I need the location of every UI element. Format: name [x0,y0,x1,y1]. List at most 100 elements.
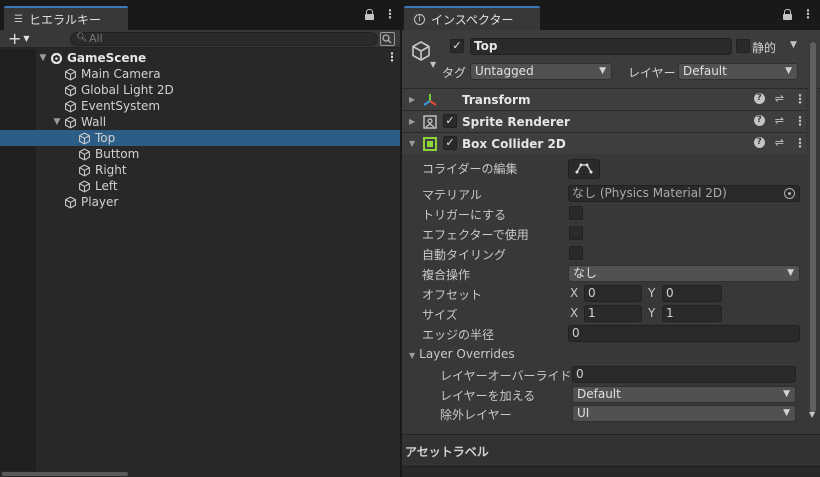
include-layers-dropdown[interactable]: Default ▼ [572,386,796,403]
size-y-field[interactable]: 1 [662,305,722,322]
hierarchy-item[interactable]: Left [0,178,400,194]
transform-component-header[interactable]: ▶ Transform ? ⇌ ⋮ [402,88,806,110]
material-value: なし (Physics Material 2D) [572,186,727,200]
icon-dropdown-arrow[interactable]: ▼ [430,60,436,69]
more-options-icon[interactable]: ⋮ [794,115,806,127]
static-dropdown-arrow[interactable]: ▼ [790,40,797,50]
size-row: サイズ X 1 Y 1 [402,303,806,323]
active-checkbox[interactable]: ✓ [450,39,464,53]
fold-arrow-open-icon[interactable]: ▼ [52,117,62,127]
offset-y-field[interactable]: 0 [662,285,722,302]
fold-arrow-open-icon[interactable]: ▼ [38,53,48,63]
search-filter-icon [382,34,392,44]
chevron-down-icon: ▼ [599,66,606,76]
offset-label: オフセット [422,288,483,302]
presets-icon[interactable]: ⇌ [775,93,784,104]
autotiling-label: 自動タイリング [422,248,507,262]
hierarchy-item-label: Buttom [95,147,140,161]
sprite-renderer-component-header[interactable]: ▶ ✓ Sprite Renderer ? ⇌ ⋮ [402,110,806,132]
size-label: サイズ [422,308,458,322]
layer-overrides-row[interactable]: ▼ Layer Overrides [402,344,806,364]
hierarchy-item-label: Global Light 2D [81,83,174,97]
hierarchy-tabbar: ☰ ヒエラルキー ⋮ [0,0,400,30]
scroll-down-arrow-icon[interactable]: ▼ [809,410,815,419]
scrollbar-thumb[interactable] [2,472,128,476]
search-by-type-button[interactable] [380,32,395,46]
inspector-panel: i インスペクター ⋮ ▼ ✓ Top ✓ 静的 ▼ タグ Untagged ▼… [402,0,820,477]
inspector-tab-tools: ⋮ [783,8,814,20]
help-icon[interactable]: ? [753,137,765,148]
chevron-down-icon: ▼ [783,408,790,418]
composite-dropdown[interactable]: なし ▼ [568,265,800,282]
fold-arrow-open-icon[interactable]: ▼ [409,139,415,148]
hierarchy-item-label: Main Camera [81,67,161,81]
layer-override-priority-label: レイヤーオーバーライド [440,369,572,383]
hierarchy-item[interactable]: Top [0,130,400,146]
scrollbar-thumb[interactable] [810,42,816,412]
layer-value: Default [683,64,727,78]
tag-dropdown[interactable]: Untagged ▼ [470,63,612,80]
scene-row[interactable]: ▼ GameScene ⋮ [0,50,400,66]
hierarchy-item[interactable]: Buttom [0,146,400,162]
size-x-field[interactable]: 1 [584,305,642,322]
effector-checkbox[interactable]: ✓ [569,226,583,240]
more-options-icon[interactable]: ⋮ [386,51,398,63]
trigger-checkbox[interactable]: ✓ [569,206,583,220]
layer-override-priority-field[interactable]: 0 [572,366,796,383]
box-collider-enabled-checkbox[interactable]: ✓ [443,136,457,150]
hierarchy-horizontal-scrollbar[interactable] [0,471,400,477]
hierarchy-tab[interactable]: ☰ ヒエラルキー [4,6,128,30]
inspector-bottom-strip [402,466,820,477]
hierarchy-item[interactable]: ▼ Wall [0,114,400,130]
autotiling-row: 自動タイリング ✓ [402,243,806,263]
chevron-down-icon: ▼ [23,34,30,43]
box-collider-component-header[interactable]: ▼ ✓ Box Collider 2D ? ⇌ ⋮ [402,132,806,154]
hierarchy-item[interactable]: Global Light 2D [0,82,400,98]
exclude-layers-label: 除外レイヤー [440,408,512,422]
hierarchy-item[interactable]: Player [0,194,400,210]
hierarchy-tab-label: ヒエラルキー [28,12,101,27]
object-name-field[interactable]: Top [470,38,732,55]
offset-x-label: X [570,286,579,300]
edit-collider-button[interactable] [568,159,600,179]
add-label: + [8,29,22,48]
exclude-layers-dropdown[interactable]: UI ▼ [572,405,796,422]
help-icon[interactable]: ? [753,93,765,104]
hierarchy-item[interactable]: EventSystem [0,98,400,114]
lock-icon[interactable] [365,9,374,20]
edge-radius-field[interactable]: 0 [568,325,800,342]
sprite-renderer-enabled-checkbox[interactable]: ✓ [443,114,457,128]
hierarchy-item[interactable]: Right [0,162,400,178]
search-icon: 🔍︎ [76,33,88,43]
inspector-tab[interactable]: i インスペクター [404,6,540,30]
material-object-field[interactable]: なし (Physics Material 2D) [568,185,800,202]
help-icon[interactable]: ? [753,115,765,126]
info-icon: i [414,13,425,25]
gameobject-cube-icon[interactable] [410,40,432,62]
box-collider-name: Box Collider 2D [462,136,566,151]
more-options-icon[interactable]: ⋮ [802,8,814,20]
hierarchy-item[interactable]: Main Camera [0,66,400,82]
object-picker-icon[interactable] [784,188,795,199]
add-object-button[interactable]: + ▼ [8,30,30,48]
more-options-icon[interactable]: ⋮ [794,93,806,105]
fold-arrow-icon[interactable]: ▶ [409,95,415,104]
sprite-renderer-name: Sprite Renderer [462,114,570,129]
more-options-icon[interactable]: ⋮ [794,137,806,149]
inspector-vertical-scrollbar[interactable]: ▼ [808,40,818,419]
offset-x-field[interactable]: 0 [584,285,642,302]
composite-row: 複合操作 なし ▼ [402,263,806,283]
presets-icon[interactable]: ⇌ [775,115,784,126]
layer-overrides-foldout[interactable]: ▼ Layer Overrides [409,347,515,361]
layer-dropdown[interactable]: Default ▼ [678,63,798,80]
fold-arrow-open-icon: ▼ [409,351,416,360]
lock-icon[interactable] [783,9,792,20]
static-checkbox[interactable]: ✓ [736,39,750,53]
inspector-tabbar: i インスペクター ⋮ [402,0,820,30]
hierarchy-search-input[interactable]: 🔍︎ All [70,32,378,46]
more-options-icon[interactable]: ⋮ [384,8,396,20]
fold-arrow-icon[interactable]: ▶ [409,117,415,126]
presets-icon[interactable]: ⇌ [775,137,784,148]
chevron-down-icon: ▼ [787,268,794,278]
autotiling-checkbox[interactable]: ✓ [569,246,583,260]
